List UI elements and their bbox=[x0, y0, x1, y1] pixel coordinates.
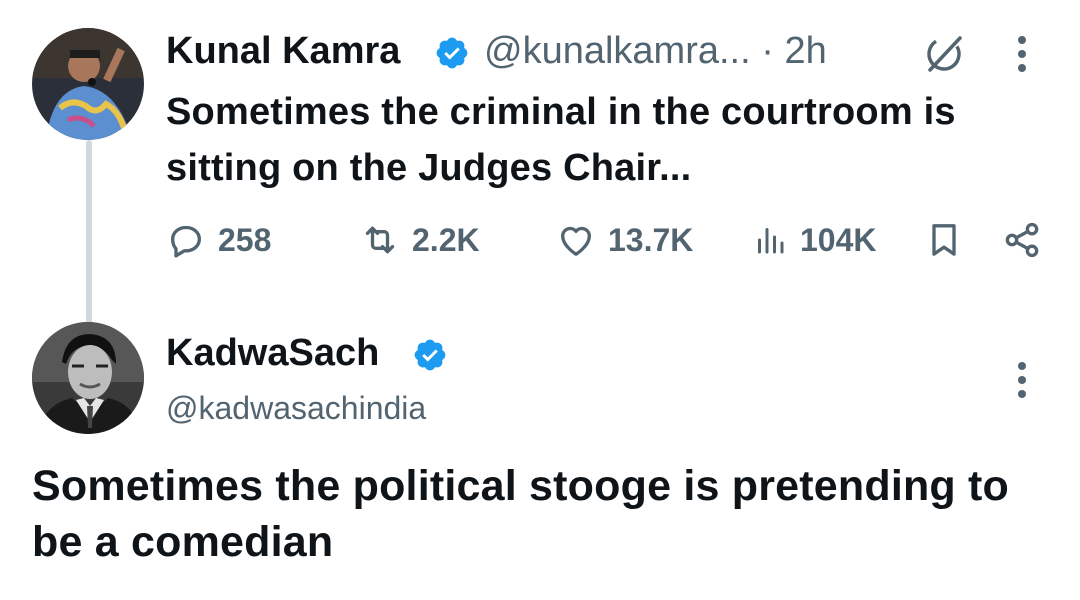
views-button[interactable]: 104K bbox=[752, 220, 877, 260]
more-options-icon[interactable] bbox=[1006, 360, 1038, 400]
avatar[interactable] bbox=[32, 28, 144, 140]
bookmark-button[interactable] bbox=[924, 220, 964, 260]
reply-button[interactable]: 258 bbox=[166, 220, 271, 260]
avatar[interactable] bbox=[32, 322, 144, 434]
verified-badge-icon bbox=[412, 337, 448, 373]
heart-icon bbox=[561, 226, 591, 256]
like-button[interactable]: 13.7K bbox=[556, 220, 693, 260]
bookmark-icon bbox=[932, 224, 956, 256]
share-button[interactable] bbox=[1002, 220, 1042, 260]
more-options-icon[interactable] bbox=[1006, 34, 1038, 74]
like-count: 13.7K bbox=[608, 222, 694, 258]
verified-badge-icon bbox=[434, 35, 470, 71]
thread-connector-line bbox=[86, 140, 92, 326]
author-handle[interactable]: @kunalkamra... bbox=[484, 30, 751, 72]
retweet-count: 2.2K bbox=[412, 222, 480, 258]
author-handle[interactable]: @kadwasachindia bbox=[166, 386, 426, 430]
tweet-text: Sometimes the criminal in the courtroom … bbox=[166, 91, 956, 189]
tweet-text: Sometimes the political stooge is preten… bbox=[32, 462, 1010, 566]
reply-count: 258 bbox=[218, 222, 272, 258]
author-handle-and-time[interactable]: @kunalkamra... · 2h bbox=[484, 28, 827, 74]
view-count: 104K bbox=[800, 222, 877, 258]
retweet-button[interactable]: 2.2K bbox=[360, 220, 480, 260]
tweet-timestamp[interactable]: · 2h bbox=[761, 30, 826, 72]
author-name[interactable]: Kunal Kamra bbox=[166, 28, 400, 74]
author-name[interactable]: KadwaSach bbox=[166, 330, 379, 376]
reply-icon bbox=[171, 225, 201, 258]
share-icon bbox=[1005, 222, 1039, 258]
grok-icon[interactable] bbox=[918, 32, 970, 76]
views-chart-icon bbox=[758, 228, 784, 254]
retweet-icon bbox=[365, 226, 395, 254]
